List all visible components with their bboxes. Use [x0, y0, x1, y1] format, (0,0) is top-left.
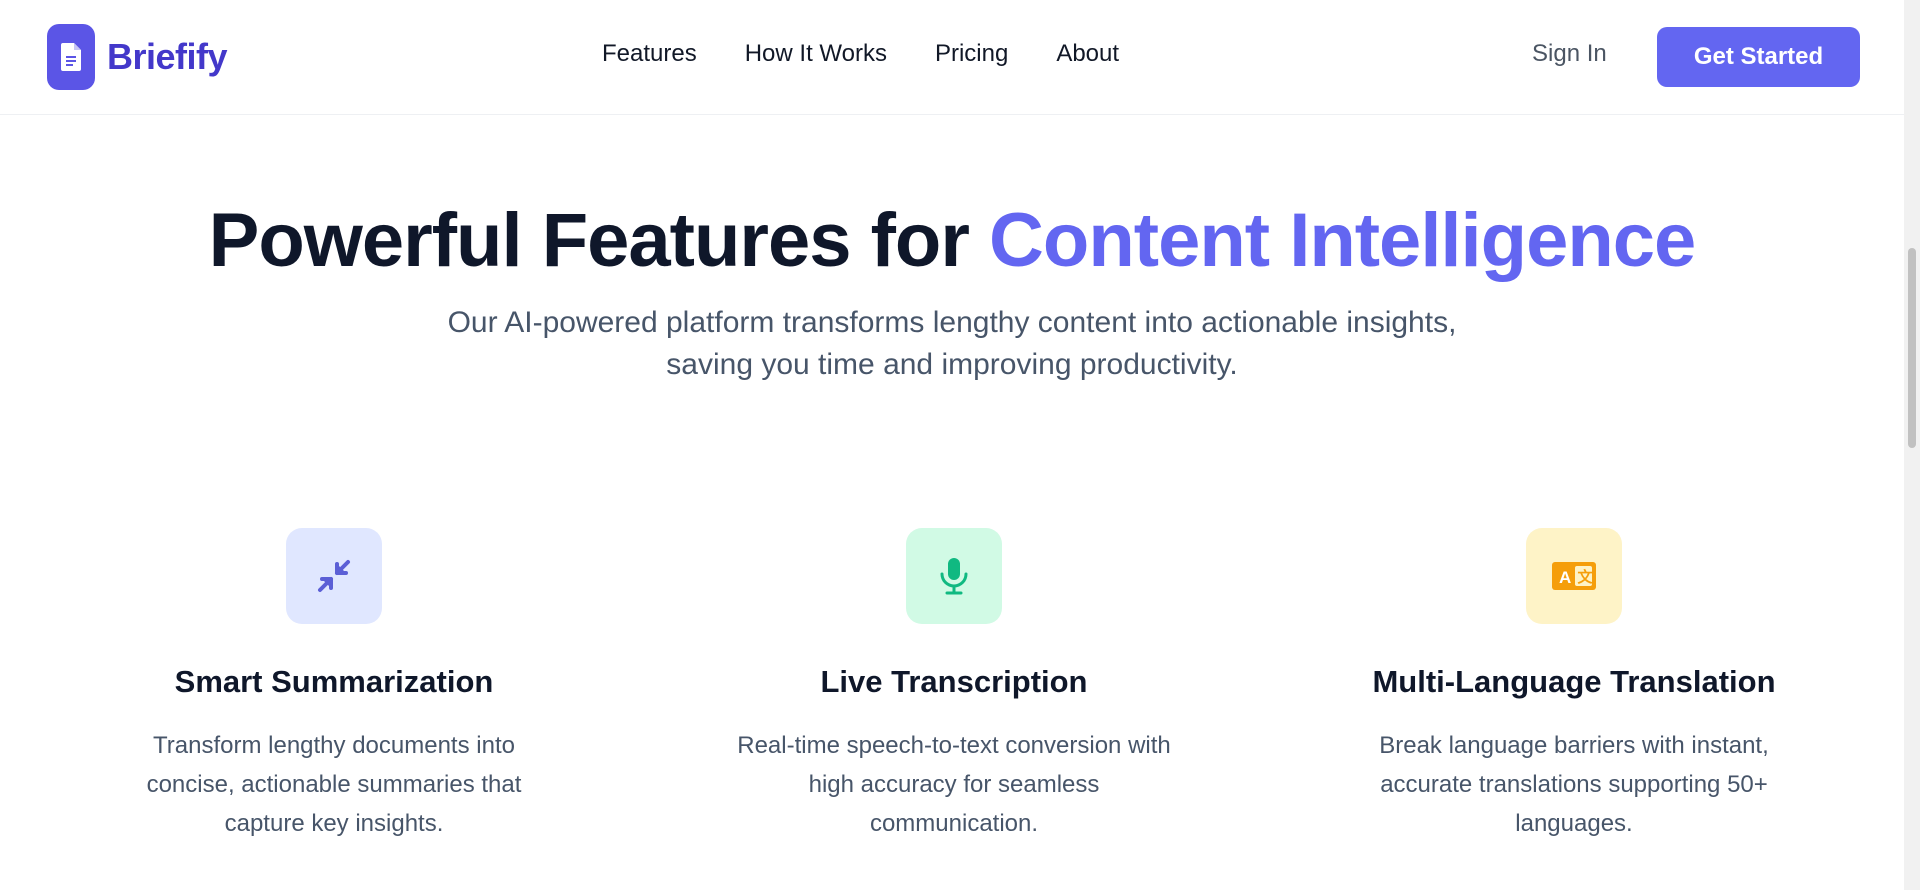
hero-title: Powerful Features for Content Intelligen… — [0, 196, 1904, 286]
nav-link-about[interactable]: About — [1056, 40, 1119, 68]
feature-title: Smart Summarization — [174, 664, 494, 699]
svg-text:A: A — [1559, 568, 1571, 587]
get-started-button[interactable]: Get Started — [1657, 27, 1860, 87]
nav-link-pricing[interactable]: Pricing — [935, 40, 1008, 68]
microphone-icon — [906, 528, 1002, 624]
feature-description: Real-time speech-to-text conversion with… — [737, 732, 1171, 837]
brand-link[interactable]: Briefify — [47, 24, 228, 90]
feature-description: Transform lengthy documents into concise… — [146, 732, 522, 837]
main-nav: Features How It Works Pricing About — [602, 40, 1119, 68]
feature-title: Live Transcription — [820, 664, 1088, 699]
feature-description: Break language barriers with instant, ac… — [1379, 732, 1769, 837]
site-header: Briefify Features How It Works Pricing A… — [0, 0, 1904, 115]
hero-subtitle: Our AI-powered platform transforms lengt… — [352, 302, 1552, 386]
nav-link-features[interactable]: Features — [602, 40, 697, 68]
nav-link-how-it-works[interactable]: How It Works — [745, 40, 887, 68]
compress-arrows-icon — [286, 528, 382, 624]
hero-title-main: Powerful Features for — [208, 198, 970, 283]
page: Briefify Features How It Works Pricing A… — [0, 0, 1920, 890]
svg-text:文: 文 — [1578, 568, 1594, 586]
brand-name: Briefify — [107, 36, 228, 77]
hero-title-accent: Content Intelligence — [989, 198, 1696, 283]
sign-in-link[interactable]: Sign In — [1532, 40, 1607, 68]
page-scrollbar[interactable] — [1904, 0, 1920, 890]
hero-subtitle-line1: Our AI-powered platform transforms lengt… — [447, 306, 1457, 339]
translate-icon: A 文 — [1526, 528, 1622, 624]
document-icon — [47, 24, 95, 90]
hero-subtitle-line2: saving you time and improving productivi… — [666, 348, 1238, 381]
feature-title: Multi-Language Translation — [1372, 664, 1776, 699]
feature-card-translation: A 文 Multi-Language Translation Break lan… — [1344, 528, 1804, 843]
scrollbar-thumb[interactable] — [1908, 248, 1916, 448]
feature-card-transcription: Live Transcription Real-time speech-to-t… — [724, 528, 1184, 843]
feature-card-summarization: Smart Summarization Transform lengthy do… — [104, 528, 564, 843]
